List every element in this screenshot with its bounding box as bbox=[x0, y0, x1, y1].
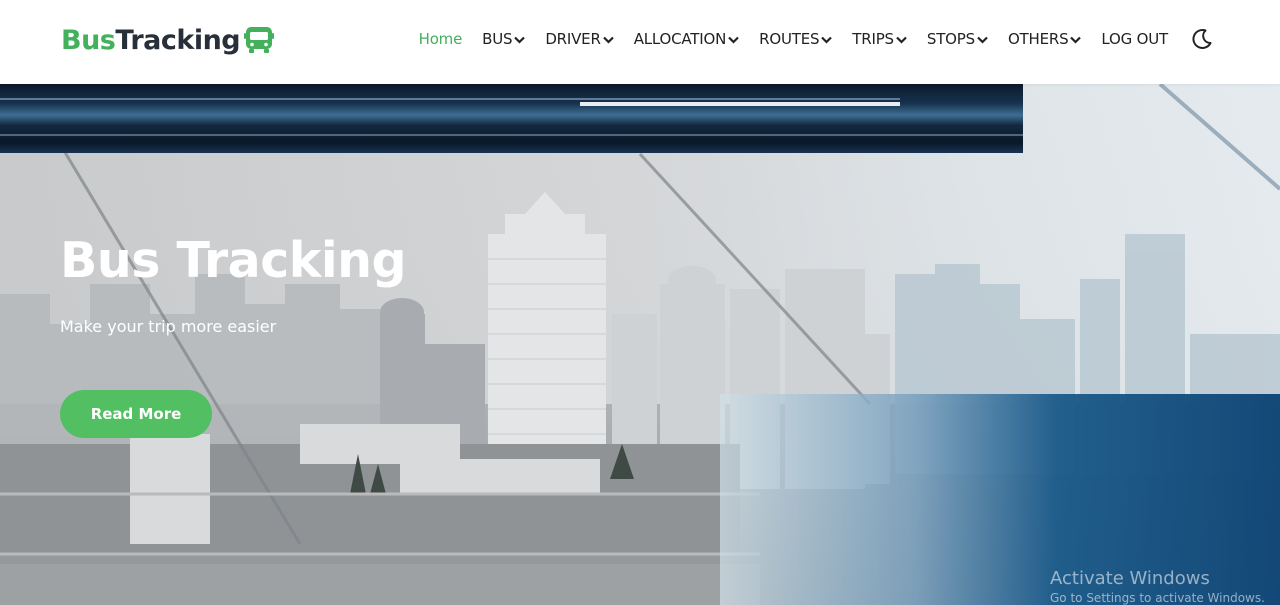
brand-text-bus: Bus bbox=[61, 24, 116, 56]
nav-logout-link[interactable]: LOG OUT bbox=[1091, 30, 1178, 48]
chevron-down-icon bbox=[977, 36, 988, 44]
nav-trips-label: TRIPS bbox=[852, 30, 894, 48]
nav-routes-label: ROUTES bbox=[759, 30, 820, 48]
nav-allocation-label: ALLOCATION bbox=[633, 30, 727, 48]
nav-driver-label: DRIVER bbox=[545, 30, 601, 48]
hero-title: Bus Tracking bbox=[60, 232, 407, 289]
nav-others-dropdown[interactable]: OTHERS bbox=[998, 30, 1091, 48]
nav-bus-label: BUS bbox=[482, 30, 513, 48]
chevron-down-icon bbox=[514, 36, 526, 44]
nav-stops-label: STOPS bbox=[926, 30, 975, 48]
chevron-down-icon bbox=[728, 36, 739, 44]
main-nav: Home BUS DRIVER ALLOCATION ROUTES TRIPS … bbox=[409, 24, 1214, 54]
watermark-title: Activate Windows bbox=[1050, 568, 1210, 589]
motion-blur-band bbox=[0, 84, 1023, 153]
nav-driver-dropdown[interactable]: DRIVER bbox=[535, 30, 623, 48]
nav-home-link[interactable]: Home bbox=[409, 30, 473, 48]
chevron-down-icon bbox=[602, 36, 614, 44]
navbar: Bus Tracking Home BUS DRIVER ALLOCATION … bbox=[0, 0, 1280, 84]
bus-icon bbox=[243, 24, 275, 56]
nav-logout-label: LOG OUT bbox=[1101, 30, 1168, 48]
windows-activation-watermark: Activate Windows Go to Settings to activ… bbox=[1050, 568, 1265, 605]
watermark-subtitle: Go to Settings to activate Windows. bbox=[1050, 591, 1265, 605]
nav-stops-dropdown[interactable]: STOPS bbox=[917, 30, 998, 48]
nav-others-label: OTHERS bbox=[1007, 30, 1069, 48]
nav-home-label: Home bbox=[418, 30, 463, 48]
chevron-down-icon bbox=[896, 36, 907, 44]
chevron-down-icon bbox=[821, 36, 833, 44]
brand-text-tracking: Tracking bbox=[115, 24, 241, 56]
hero-banner: Bus Tracking Make your trip more easier … bbox=[0, 84, 1280, 605]
nav-routes-dropdown[interactable]: ROUTES bbox=[749, 30, 842, 48]
nav-trips-dropdown[interactable]: TRIPS bbox=[842, 30, 917, 48]
nav-allocation-dropdown[interactable]: ALLOCATION bbox=[624, 30, 749, 48]
chevron-down-icon bbox=[1070, 36, 1082, 44]
hero-subtitle: Make your trip more easier bbox=[60, 317, 277, 336]
nav-bus-dropdown[interactable]: BUS bbox=[472, 30, 535, 48]
brand-logo[interactable]: Bus Tracking bbox=[61, 20, 275, 60]
moon-icon[interactable] bbox=[1190, 27, 1214, 51]
read-more-button[interactable]: Read More bbox=[60, 390, 212, 438]
